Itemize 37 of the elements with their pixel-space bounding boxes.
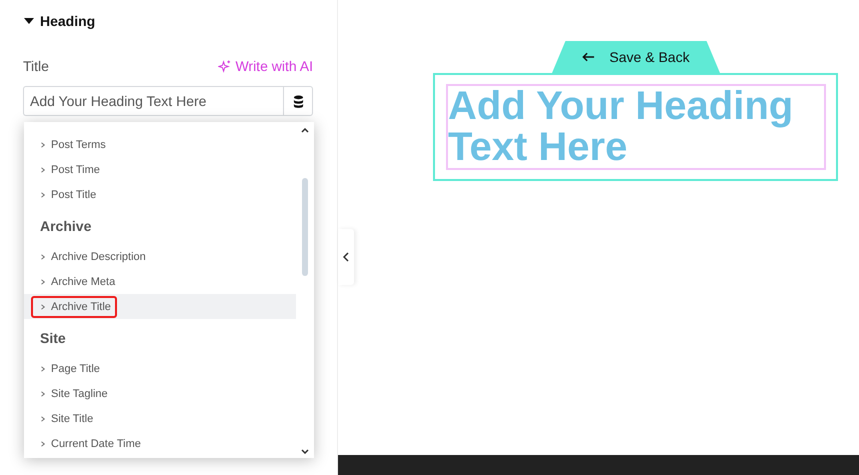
chevron-right-icon [41,192,45,198]
chevron-right-icon [41,254,45,260]
chevron-right-icon [41,416,45,422]
dropdown-option[interactable]: Post Title [24,182,296,207]
scrollbar-thumb[interactable] [302,178,308,276]
chevron-right-icon [41,278,45,284]
dropdown-option[interactable]: Site Tagline [24,381,296,406]
database-icon [292,94,304,108]
collapse-panel-button[interactable] [338,229,354,285]
dropdown-option[interactable]: Post Terms [24,132,296,157]
chevron-right-icon [41,440,45,446]
arrow-left-icon [582,52,596,62]
chevron-right-icon [41,166,45,172]
caret-icon[interactable] [24,18,34,24]
write-with-ai-link[interactable]: Write with AI [218,58,313,74]
sparkle-icon [218,60,232,72]
title-input-field[interactable]: Add Your Heading Text Here [23,86,283,116]
section-title[interactable]: Heading [40,13,96,29]
chevron-right-icon [41,304,45,310]
scroll-up-icon[interactable] [301,128,309,133]
group-heading: Site [39,328,67,348]
dropdown-option[interactable]: Page Title [24,356,296,381]
chevron-right-icon [41,142,45,148]
save-and-back-button[interactable]: Save & Back [552,41,720,73]
chevron-left-icon [343,252,349,262]
dropdown-option[interactable]: Archive Description [24,244,296,269]
dropdown-option[interactable]: Site Title [24,406,296,431]
dropdown-option[interactable]: Archive Meta [24,269,296,294]
group-heading: Archive [39,216,92,236]
dropdown-option[interactable]: Archive Title [24,294,296,319]
chevron-right-icon [41,366,45,372]
dropdown-option[interactable]: Post Time [24,157,296,182]
dropdown-option[interactable]: Current Date Time [24,431,296,456]
dynamic-tags-button[interactable] [283,86,313,116]
field-label: Title [23,58,49,74]
chevron-right-icon [41,390,45,396]
scroll-down-icon[interactable] [301,449,309,454]
